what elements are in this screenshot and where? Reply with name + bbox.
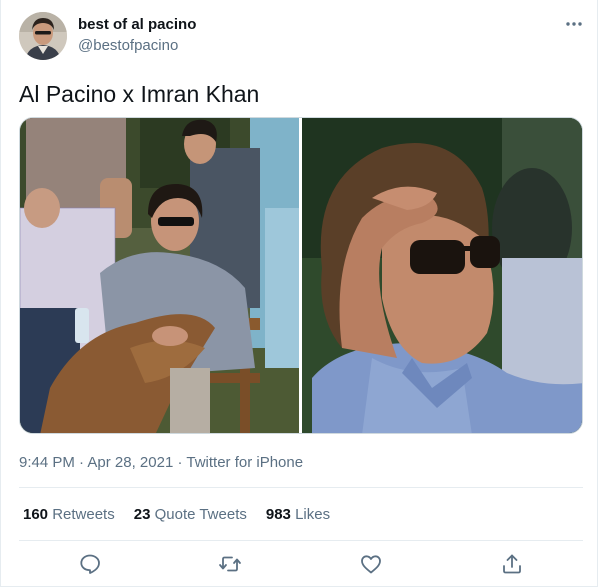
like-button[interactable] [359,552,385,578]
divider [19,540,583,541]
divider [19,487,583,488]
author-display-name[interactable]: best of al pacino [78,16,196,34]
retweets-count: 160 [23,506,49,523]
media-photo-imran-khan[interactable] [302,118,582,433]
more-options-button[interactable] [563,13,585,35]
reply-icon [80,554,100,574]
quote-tweets-label: Quote Tweets [150,506,247,523]
media-grid [19,117,583,434]
al-pacino-photo [20,118,299,433]
tweet-date[interactable]: Apr 28, 2021 [87,454,173,471]
retweet-icon [219,556,241,572]
tweet-text: Al Pacino x Imran Khan [19,81,260,107]
share-button[interactable] [500,552,526,578]
likes-label: Likes [290,506,331,523]
retweets-label: Retweets [48,506,115,523]
media-photo-al-pacino[interactable] [20,118,299,433]
avatar-photo [19,12,67,60]
imran-khan-photo [302,118,582,433]
meta-separator: · [74,454,88,471]
tweet-card: best of al pacino @bestofpacino Al Pacin… [0,0,598,587]
tweet-source[interactable]: Twitter for iPhone [186,454,303,471]
tweet-metadata: 9:44 PM · Apr 28, 2021 · Twitter for iPh… [19,454,303,472]
likes-stat[interactable]: 983 Likes [266,506,330,524]
retweets-stat[interactable]: 160 Retweets [23,506,115,524]
more-horizontal-icon [566,22,582,26]
author-avatar[interactable] [19,12,67,60]
tweet-time[interactable]: 9:44 PM [19,454,75,471]
quote-tweets-count: 23 [133,506,151,523]
retweet-button[interactable] [218,552,244,578]
quote-tweets-stat[interactable]: 23 Quote Tweets [134,506,247,524]
reply-button[interactable] [78,552,104,578]
likes-count: 983 [265,506,291,523]
engagement-stats: 160 Retweets 23 Quote Tweets 983 Likes [23,506,330,524]
author-handle[interactable]: @bestofpacino [78,37,178,55]
like-icon [361,555,381,574]
meta-separator: · [173,454,187,471]
share-icon [503,554,521,574]
action-bar [19,552,583,578]
